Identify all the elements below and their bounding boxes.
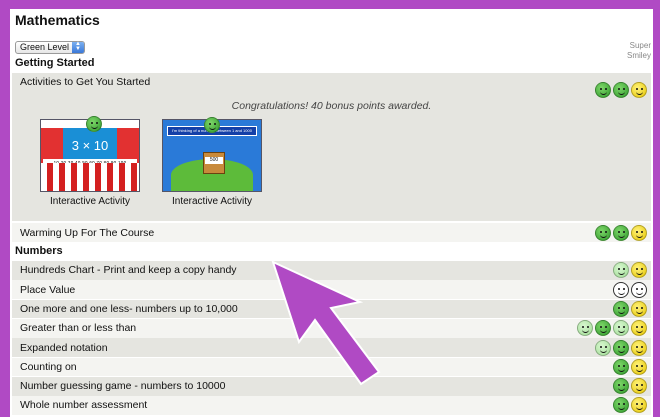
getting-started-heading: Getting Started xyxy=(15,57,95,69)
list-item-label: Whole number assessment xyxy=(20,399,148,412)
outline-smiley-icon xyxy=(631,281,647,298)
warming-up-row[interactable]: Warming Up For The Course xyxy=(12,223,651,242)
page-title: Mathematics xyxy=(15,12,100,28)
select-arrows-icon: ▲ ▼ xyxy=(72,41,84,53)
green-smiley-icon xyxy=(595,82,611,98)
green-smiley-icon xyxy=(613,224,629,241)
list-item-label: One more and one less- numbers up to 10,… xyxy=(20,302,238,315)
activities-row-label: Activities to Get You Started xyxy=(20,76,151,88)
yellow-smiley-icon xyxy=(631,378,647,395)
yellow-smiley-icon xyxy=(631,82,647,98)
activities-smileys xyxy=(595,82,647,98)
green-smiley-icon xyxy=(613,300,629,317)
green-smiley-icon xyxy=(595,224,611,241)
green-smiley-icon xyxy=(613,397,629,414)
green-smiley-icon xyxy=(613,378,629,395)
green-smiley-icon xyxy=(613,82,629,98)
smiley-group xyxy=(595,339,647,356)
smiley-group xyxy=(613,281,647,298)
yellow-smiley-icon xyxy=(631,358,647,375)
list-item-label: Number guessing game - numbers to 10000 xyxy=(20,380,226,393)
yellow-smiley-icon xyxy=(631,397,647,414)
pale-smiley-icon xyxy=(577,320,593,337)
warming-up-smileys xyxy=(595,224,647,241)
green-smiley-icon xyxy=(86,116,102,132)
green-smiley-icon xyxy=(613,358,629,375)
list-item-label: Hundreds Chart - Print and keep a copy h… xyxy=(20,264,237,277)
activity-label[interactable]: Interactive Activity xyxy=(40,196,140,207)
smiley-group xyxy=(577,320,647,337)
numbers-heading: Numbers xyxy=(15,245,63,257)
green-smiley-icon xyxy=(595,320,611,337)
congrats-message: Congratulations! 40 bonus points awarded… xyxy=(231,100,432,112)
list-item-label: Place Value xyxy=(20,283,76,296)
yellow-smiley-icon xyxy=(631,262,647,279)
green-smiley-icon xyxy=(613,339,629,356)
yellow-smiley-icon xyxy=(631,224,647,241)
yellow-smiley-icon xyxy=(631,339,647,356)
smiley-group xyxy=(613,262,647,279)
smiley-group xyxy=(613,358,647,375)
list-item-label: Expanded notation xyxy=(20,341,108,354)
pale-smiley-icon xyxy=(613,320,629,337)
level-select[interactable]: Green Level ▲ ▼ xyxy=(15,41,85,54)
warming-up-label: Warming Up For The Course xyxy=(20,226,155,239)
pale-smiley-icon xyxy=(595,339,611,356)
green-smiley-icon xyxy=(204,117,220,133)
list-item[interactable]: Whole number assessment xyxy=(12,396,651,415)
pale-smiley-icon xyxy=(613,262,629,279)
outline-smiley-icon xyxy=(613,281,629,298)
super-smiley-label: Super Smiley xyxy=(626,41,651,60)
smiley-group xyxy=(613,378,647,395)
activity-tile-1[interactable]: 10x 3 × 10 10 20 30 40 50 60 70 80 90 10… xyxy=(40,119,140,207)
yellow-smiley-icon xyxy=(631,320,647,337)
level-select-value: Green Level xyxy=(20,42,70,52)
list-item-label: Greater than or less than xyxy=(20,322,137,335)
activity-label[interactable]: Interactive Activity xyxy=(162,196,262,207)
yellow-smiley-icon xyxy=(631,300,647,317)
list-item-label: Counting on xyxy=(20,360,77,373)
pointer-arrow-icon xyxy=(271,260,381,386)
smiley-group xyxy=(613,300,647,317)
smiley-group xyxy=(613,397,647,414)
